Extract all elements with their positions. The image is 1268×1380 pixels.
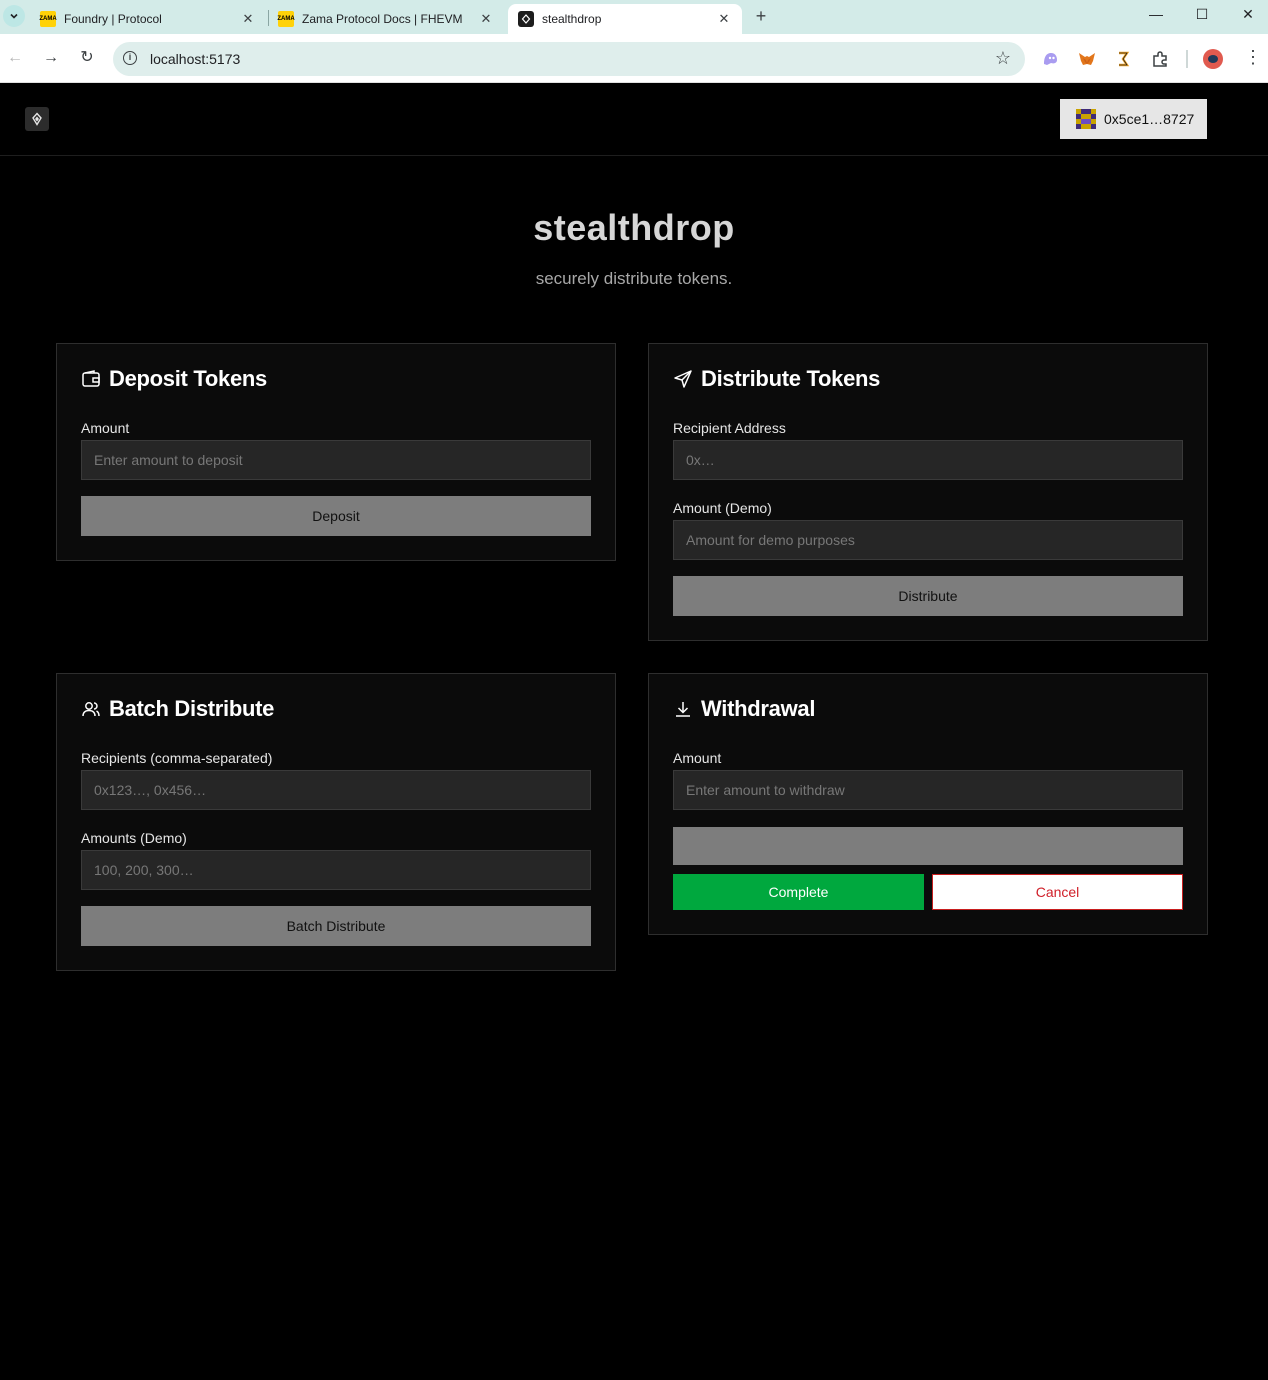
recipients-label: Recipients (comma-separated) — [81, 750, 273, 766]
recipients-input[interactable] — [81, 770, 591, 810]
distribute-amount-input[interactable] — [673, 520, 1183, 560]
app-root: 0x5ce1…8727 stealthdrop securely distrib… — [0, 83, 1268, 1380]
forward-icon[interactable]: → — [41, 48, 61, 68]
card-title: Deposit Tokens — [81, 366, 267, 392]
card-title: Distribute Tokens — [673, 366, 880, 392]
batch-distribute-card: Batch Distribute Recipients (comma-separ… — [56, 673, 616, 971]
wallet-avatar-icon — [1076, 109, 1096, 129]
users-icon — [82, 702, 100, 717]
zama-favicon-icon: ZAMA — [39, 11, 57, 27]
page-subtitle: securely distribute tokens. — [535, 269, 733, 288]
withdraw-amount-input[interactable] — [673, 770, 1183, 810]
sigma-extension-icon[interactable] — [1114, 50, 1132, 68]
card-title: Withdrawal — [673, 696, 815, 722]
address-bar[interactable]: i localhost:5173 ☆ — [113, 42, 1025, 76]
ghost-extension-icon[interactable] — [1041, 50, 1059, 68]
more-menu-icon[interactable]: ⋮ — [1244, 47, 1262, 68]
wallet-connect-button[interactable]: 0x5ce1…8727 — [1060, 99, 1207, 139]
deposit-card: Deposit Tokens Amount Deposit — [56, 343, 616, 561]
address-url: localhost:5173 — [150, 51, 241, 67]
complete-button[interactable]: Complete — [673, 874, 924, 910]
close-tab-icon[interactable]: ✕ — [240, 11, 256, 27]
site-info-icon[interactable]: i — [123, 51, 137, 65]
tab-foundry[interactable]: ZAMA Foundry | Protocol ✕ — [30, 4, 266, 34]
batch-title: Batch Distribute — [109, 696, 275, 721]
browser-toolbar: ← → ↻ i localhost:5173 ☆ ⋮ — [0, 34, 1268, 83]
distribute-button[interactable]: Distribute — [673, 576, 1183, 616]
profile-avatar[interactable] — [1203, 49, 1223, 69]
distribute-title: Distribute Tokens — [701, 366, 881, 391]
wallet-icon — [82, 370, 100, 387]
tab-stealthdrop[interactable]: stealthdrop ✕ — [508, 4, 742, 34]
tab-search-button[interactable] — [3, 5, 25, 27]
reload-icon[interactable]: ↻ — [77, 48, 97, 68]
send-icon — [674, 370, 692, 388]
amounts-input[interactable] — [81, 850, 591, 890]
browser-tab-bar: ZAMA Foundry | Protocol ✕ ZAMA Zama Prot… — [0, 0, 1268, 34]
recipient-address-input[interactable] — [673, 440, 1183, 480]
withdraw-status-bar — [673, 827, 1183, 865]
back-icon[interactable]: ← — [5, 48, 25, 68]
amounts-label: Amounts (Demo) — [81, 830, 187, 846]
cancel-button[interactable]: Cancel — [932, 874, 1183, 910]
distribute-amount-label: Amount (Demo) — [673, 500, 772, 516]
stealthdrop-favicon-icon — [518, 11, 534, 27]
distribute-card: Distribute Tokens Recipient Address Amou… — [648, 343, 1208, 641]
close-tab-icon[interactable]: ✕ — [716, 11, 732, 27]
new-tab-icon[interactable]: + — [752, 6, 770, 27]
stealthdrop-logo-icon[interactable] — [25, 107, 49, 131]
close-tab-icon[interactable]: ✕ — [478, 11, 494, 27]
tab-zama-docs[interactable]: ZAMA Zama Protocol Docs | FHEVM ✕ — [268, 4, 504, 34]
tab-title: Zama Protocol Docs | FHEVM — [302, 12, 463, 26]
download-icon — [676, 702, 690, 717]
toolbar-separator — [1186, 50, 1188, 68]
withdrawal-title: Withdrawal — [701, 696, 816, 721]
minimize-icon[interactable]: — — [1146, 6, 1166, 22]
metamask-fox-icon[interactable] — [1078, 50, 1096, 68]
withdrawal-card: Withdrawal Amount Complete Cancel — [648, 673, 1208, 935]
maximize-icon[interactable]: ☐ — [1192, 6, 1212, 23]
deposit-button[interactable]: Deposit — [81, 496, 591, 536]
batch-distribute-button[interactable]: Batch Distribute — [81, 906, 591, 946]
page-title: stealthdrop — [533, 207, 735, 248]
zama-favicon-icon: ZAMA — [277, 11, 295, 27]
card-title: Batch Distribute — [81, 696, 274, 722]
bookmark-star-icon[interactable]: ☆ — [995, 48, 1011, 69]
withdraw-amount-label: Amount — [673, 750, 722, 766]
deposit-title: Deposit Tokens — [109, 366, 267, 391]
puzzle-extensions-icon[interactable] — [1151, 50, 1169, 68]
recipient-address-label: Recipient Address — [673, 420, 786, 436]
app-header: 0x5ce1…8727 — [0, 83, 1268, 156]
tab-title: Foundry | Protocol — [64, 12, 162, 26]
close-window-icon[interactable]: ✕ — [1238, 6, 1258, 23]
chevron-down-icon — [10, 13, 18, 19]
deposit-amount-label: Amount — [81, 420, 130, 436]
deposit-amount-input[interactable] — [81, 440, 591, 480]
wallet-address: 0x5ce1…8727 — [1104, 111, 1195, 127]
tab-title: stealthdrop — [542, 12, 602, 26]
